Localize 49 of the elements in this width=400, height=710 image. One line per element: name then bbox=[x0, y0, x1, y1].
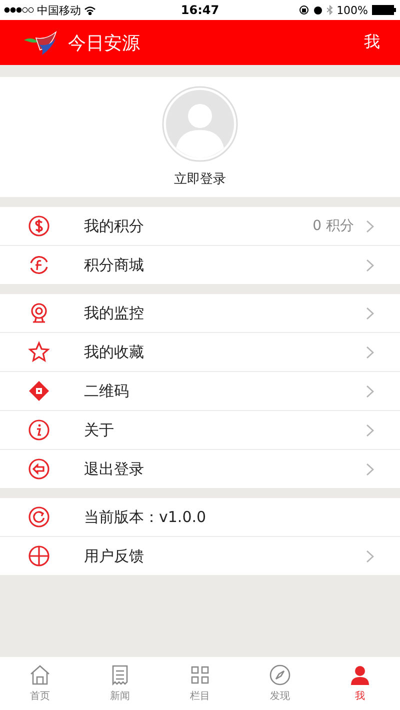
star-icon bbox=[28, 341, 50, 363]
feedback-icon bbox=[28, 545, 50, 567]
bluetooth-icon bbox=[326, 5, 333, 15]
menu-item[interactable]: 当前版本：v1.0.0 bbox=[0, 498, 400, 536]
menu-item[interactable]: 我的监控 bbox=[0, 294, 400, 332]
menu-item[interactable]: 积分商城 bbox=[0, 245, 400, 284]
menu-item[interactable]: 二维码 bbox=[0, 371, 400, 410]
info-icon bbox=[28, 419, 50, 441]
dollar-icon bbox=[28, 215, 50, 237]
battery-icon bbox=[372, 5, 396, 15]
grid-icon bbox=[189, 664, 211, 686]
clock-time: 16:47 bbox=[180, 3, 220, 17]
compass-icon bbox=[269, 664, 291, 686]
menu-label: 我的监控 bbox=[84, 304, 145, 322]
menu-label: 关于 bbox=[84, 420, 115, 440]
tab-item[interactable]: 发现 bbox=[240, 657, 320, 710]
menu-label: 当前版本：v1.0.0 bbox=[84, 508, 208, 526]
menu-label: 我的收藏 bbox=[84, 342, 145, 362]
menu-label: 我的积分 bbox=[84, 216, 145, 236]
menu-item[interactable]: 关于 bbox=[0, 410, 400, 449]
tab-item[interactable]: 新闻 bbox=[80, 657, 160, 710]
header-label: 我 bbox=[364, 32, 380, 53]
app-title: 今日安源 bbox=[68, 32, 141, 54]
menu-item[interactable]: 我的收藏 bbox=[0, 332, 400, 371]
menu-label: 用户反馈 bbox=[84, 546, 145, 566]
wifi-icon bbox=[84, 6, 96, 14]
webcam-icon bbox=[28, 302, 50, 324]
avatar-icon[interactable] bbox=[162, 86, 238, 162]
login-link[interactable]: 立即登录 bbox=[174, 170, 226, 188]
menu-item[interactable]: 用户反馈 bbox=[0, 536, 400, 575]
menu-label: 退出登录 bbox=[84, 460, 145, 478]
battery-percent: 100% bbox=[336, 4, 368, 16]
lock-rotation-icon bbox=[298, 5, 309, 15]
exchange-icon bbox=[28, 254, 50, 276]
points-value: 0 积分 bbox=[312, 217, 354, 235]
menu-item[interactable]: 我的积分 0 积分 bbox=[0, 207, 400, 245]
menu-label: 二维码 bbox=[84, 382, 130, 400]
tab-item[interactable]: 我 bbox=[320, 657, 400, 710]
tab-item[interactable]: 首页 bbox=[0, 657, 80, 710]
tab-item[interactable]: 栏目 bbox=[160, 657, 240, 710]
refresh-icon bbox=[28, 506, 50, 528]
logo-icon bbox=[22, 30, 58, 56]
logout-icon bbox=[28, 458, 50, 480]
menu-label: 积分商城 bbox=[84, 256, 145, 274]
signal-icon bbox=[4, 7, 34, 13]
menu-item[interactable]: 退出登录 bbox=[0, 449, 400, 488]
user-icon bbox=[349, 664, 371, 686]
home-icon bbox=[29, 664, 51, 686]
carrier-name: 中国移动 bbox=[37, 2, 81, 18]
